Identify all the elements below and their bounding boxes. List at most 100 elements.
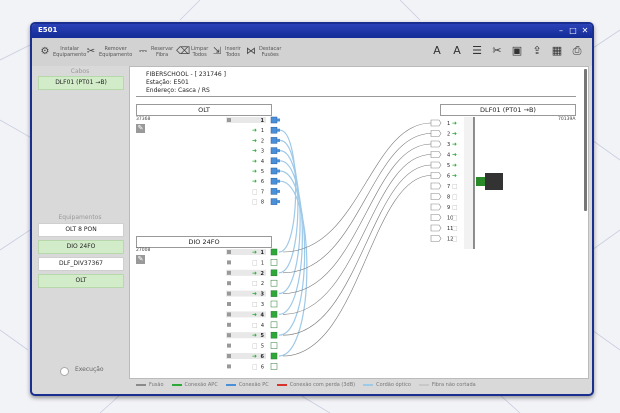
equipment-item-dlf-div[interactable]: DLF_DIV37367 <box>38 257 124 271</box>
legend-label: Cordão óptico <box>376 382 411 388</box>
maximize-icon[interactable]: □ <box>568 26 578 35</box>
olt-port-number: 1 <box>261 118 265 124</box>
equipment-header: Equipamentos <box>58 214 102 221</box>
cable-fiber-arrow: ➜ <box>452 152 457 159</box>
olt-connector-tip <box>277 118 280 122</box>
legend-label: Conexão com perda (3dB) <box>289 382 356 388</box>
cable-fiber-arrow: ➜ <box>452 120 457 127</box>
clean-all-button[interactable]: ⌫ Limpar Todos <box>176 41 208 63</box>
text-b-icon[interactable]: A <box>450 44 464 58</box>
minimize-icon[interactable]: – <box>556 26 566 35</box>
dio-port-toggle <box>227 343 231 348</box>
olt-connector <box>270 198 278 205</box>
dio-port-arrow: ➜ <box>252 332 257 339</box>
execution-label: Execução <box>75 366 104 373</box>
print-icon[interactable]: ⎙ <box>570 44 584 58</box>
olt-port-arrow: ➜ <box>252 158 257 165</box>
dio-port-arrow: □ <box>252 343 258 350</box>
legend-label: Conexão PC <box>238 382 269 388</box>
dio-connector <box>270 248 278 256</box>
install-equipment-button[interactable]: ⚙ Instalar Equipamento <box>38 41 87 63</box>
insert-label-2: Todos <box>225 52 240 58</box>
equipment-item-dio24fo[interactable]: DIO 24FO <box>38 240 124 254</box>
list-icon[interactable]: ☰ <box>470 44 484 58</box>
highlight-fusions-button[interactable]: ⋈ Destacar Fusões <box>244 41 281 63</box>
reserve-label-2: Fibra <box>155 52 169 58</box>
save-icon[interactable]: ▣ <box>510 44 524 58</box>
cable-item[interactable]: DLF01 (PT01 →B) <box>38 76 124 90</box>
cable-fiber-connector <box>430 235 442 242</box>
dio-connector <box>270 363 278 370</box>
cable-fiber-arrow: ➜ <box>452 173 457 180</box>
olt-connector <box>270 137 278 144</box>
olt-connector-tip <box>277 189 280 193</box>
cable-fiber-number: 8 <box>447 195 450 201</box>
olt-connector <box>270 167 278 175</box>
clean-label-2: Todos <box>192 52 207 58</box>
dio-port-number: 5 <box>261 344 264 350</box>
olt-port-arrow: ➜ <box>252 168 257 175</box>
highlight-fusions-icon: ⋈ <box>246 46 256 57</box>
legend-cord: Cordão óptico <box>363 382 411 388</box>
cable-fiber-arrow: □ <box>452 204 458 211</box>
dio-port-number: 6 <box>261 354 265 360</box>
splice-diagram: 1➜ 1➜ 2➜ 3➜ 4➜ 5➜ 6□ 7□ 8➜ 1□ 1➜ 2□ 2➜ 3□ 3➜ 4□ 4➜ 5□ 5➜ 6□… <box>226 116 503 370</box>
dio-port-toggle <box>227 281 231 286</box>
dio-port-number: 1 <box>261 260 264 266</box>
insert-all-icon: ⇲ <box>212 46 222 57</box>
dio-connector <box>270 300 278 308</box>
dio-port-toggle <box>227 302 231 306</box>
olt-connector-tip <box>277 200 280 204</box>
olt-port-number: 4 <box>261 159 264 165</box>
dio-port-number: 6 <box>261 364 264 370</box>
olt-port-number: 3 <box>261 149 264 155</box>
execution-radio[interactable] <box>60 367 69 376</box>
cable-fiber-arrow: □ <box>452 183 458 190</box>
olt-connector-tip <box>277 138 280 142</box>
equipment-item-olt8pon[interactable]: OLT 8 PON <box>38 223 124 237</box>
equipment-item-olt[interactable]: OLT <box>38 274 124 288</box>
highlight-label-2: Fusões <box>261 52 279 58</box>
toolbar: ⚙ Instalar Equipamento ✂ Remover Equipamen… <box>32 38 592 66</box>
dio-port-arrow: □ <box>252 259 258 266</box>
export-icon[interactable]: ⇪ <box>530 44 544 58</box>
dio-port-arrow: ➜ <box>252 311 257 318</box>
grid-icon[interactable]: ▦ <box>550 44 564 58</box>
dio-port-toggle <box>227 333 231 338</box>
reserve-fiber-button[interactable]: ⎓ Reservar Fibra <box>136 41 173 63</box>
olt-connector-tip <box>277 159 280 163</box>
olt-port-number: 7 <box>261 189 264 195</box>
dio-port-arrow: ➜ <box>252 270 257 277</box>
text-a-icon[interactable]: A <box>430 44 444 58</box>
legend-fusao: Fusão <box>136 382 164 388</box>
fusion-line <box>282 175 432 357</box>
olt-port-arrow: ➜ <box>252 148 257 155</box>
cable-fiber-connector <box>430 151 442 158</box>
cable-fiber-number: 5 <box>447 163 450 169</box>
insert-all-button[interactable]: ⇲ Inserir Todos <box>210 41 241 63</box>
dio-port-toggle <box>227 260 231 265</box>
olt-port-toggle <box>227 118 231 122</box>
dio-port-toggle <box>227 291 231 296</box>
cable-fiber-number: 3 <box>447 142 450 148</box>
olt-connector <box>270 177 278 185</box>
cable-body <box>464 117 474 249</box>
dio-connector <box>270 279 278 287</box>
dio-port-toggle <box>227 364 231 369</box>
cable-fiber-arrow: □ <box>452 236 458 243</box>
cable-fiber-connector <box>430 140 442 148</box>
remove-equipment-button[interactable]: ✂ Remover Equipamento <box>84 41 132 63</box>
title-bar: E501 – □ ✕ <box>32 24 592 38</box>
dio-port-toggle <box>227 250 231 254</box>
dio-port-arrow: □ <box>252 280 258 287</box>
olt-connector <box>270 126 278 134</box>
vertical-scrollbar[interactable] <box>584 69 587 211</box>
dio-port-arrow: ➜ <box>252 353 257 360</box>
cable-fiber-arrow: ➜ <box>452 141 457 148</box>
cable-fiber-connector <box>430 224 442 232</box>
cut-icon[interactable]: ✂ <box>490 44 504 58</box>
close-icon[interactable]: ✕ <box>580 26 590 35</box>
dio-connector <box>270 352 278 360</box>
olt-port-arrow: □ <box>252 199 258 206</box>
cable-tube-icon <box>476 177 485 186</box>
